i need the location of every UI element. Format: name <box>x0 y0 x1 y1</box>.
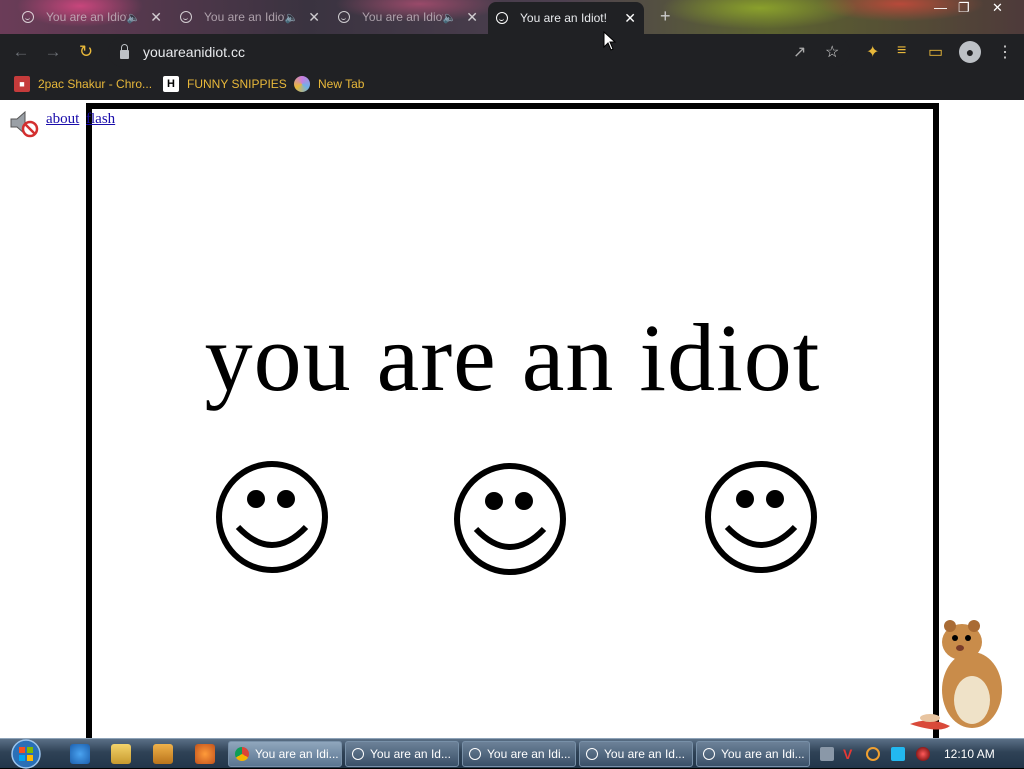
tab-title: You are an Idiot! <box>204 10 285 24</box>
taskbar-window-1[interactable]: You are an Idi... <box>228 741 342 767</box>
tab-title: You are an Idiot! <box>362 10 443 24</box>
bookmark-label: New Tab <box>318 77 365 91</box>
clock[interactable]: 12:10 AM <box>944 747 995 761</box>
menu-dots-icon[interactable]: ⋮ <box>997 42 1013 62</box>
bookmark-star-icon[interactable]: ☆ <box>825 42 839 62</box>
tab-3[interactable]: You are an Idiot! 🔈 ✕ <box>330 2 486 32</box>
smiley-favicon-icon <box>496 12 508 24</box>
reload-icon[interactable]: ↻ <box>76 42 96 62</box>
close-tab-icon[interactable]: ✕ <box>308 9 320 26</box>
smiley-face-icon <box>216 461 328 573</box>
smiley-face-icon <box>705 461 817 573</box>
smiley-favicon-icon <box>703 748 715 760</box>
web-page: about you are an idiot flash <box>0 100 1024 738</box>
globe-icon <box>294 76 310 92</box>
h-logo-icon: H <box>163 76 179 92</box>
new-tab-button[interactable]: + <box>660 6 671 27</box>
url-text[interactable]: youareanidiot.cc <box>143 44 245 60</box>
media-queue-icon[interactable]: ≡ <box>897 42 906 60</box>
chrome-icon <box>235 747 249 761</box>
start-orb-icon[interactable] <box>8 739 44 769</box>
speaker-icon[interactable]: 🔈 <box>285 11 299 24</box>
idiot-frame: you are an idiot <box>86 103 939 738</box>
close-tab-icon[interactable]: ✕ <box>150 9 162 26</box>
share-icon[interactable]: ↗ <box>793 42 806 62</box>
bookmark-label: 2pac Shakur - Chro... <box>38 77 153 91</box>
browser-toolbar: ← → ↻ youareanidiot.cc ↗ ☆ ✦ ≡ ▭ ● ⋮ <box>0 34 1024 70</box>
taskbar-window-5[interactable]: You are an Idi... <box>696 741 810 767</box>
smiley-favicon-icon <box>22 11 34 23</box>
tab-2[interactable]: You are an Idiot! 🔈 ✕ <box>172 2 328 32</box>
smiley-favicon-icon <box>352 748 364 760</box>
address-bar[interactable]: youareanidiot.cc <box>108 37 850 67</box>
bookmark-new-tab[interactable]: New Tab <box>294 76 364 92</box>
bookmark-funny-snippies[interactable]: H FUNNY SNIPPIES <box>163 76 287 92</box>
speaker-icon[interactable]: 🔈 <box>127 11 141 24</box>
headline: you are an idiot <box>204 304 821 411</box>
lock-icon[interactable] <box>120 43 129 59</box>
minimize-button[interactable]: — <box>934 0 947 15</box>
profile-avatar-icon[interactable]: ● <box>959 41 981 63</box>
file-explorer-icon[interactable] <box>111 744 131 764</box>
media-player-icon[interactable] <box>153 744 173 764</box>
taskbar-window-4[interactable]: You are an Id... <box>579 741 693 767</box>
smiley-face-icon <box>454 463 566 575</box>
smiley-favicon-icon <box>180 11 192 23</box>
tray-search-icon[interactable] <box>866 747 880 761</box>
smiley-favicon-icon <box>586 748 598 760</box>
paint-icon[interactable] <box>195 744 215 764</box>
tray-v-icon[interactable]: V <box>843 747 857 761</box>
smiley-favicon-icon <box>469 748 481 760</box>
mouse-cursor-icon <box>603 31 617 51</box>
tray-app-icon[interactable] <box>820 747 834 761</box>
tab-1[interactable]: You are an Idiot! 🔈 ✕ <box>14 2 170 32</box>
bookmark-image-icon: ■ <box>14 76 30 92</box>
forward-arrow-icon[interactable]: → <box>43 42 63 62</box>
bookmark-label: FUNNY SNIPPIES <box>187 77 287 91</box>
close-tab-icon[interactable]: ✕ <box>466 9 478 26</box>
taskbar-window-title: You are an Idi... <box>487 747 571 761</box>
internet-explorer-icon[interactable] <box>70 744 90 764</box>
bookmarks-bar: ■ 2pac Shakur - Chro... H FUNNY SNIPPIES… <box>0 70 1024 100</box>
close-window-button[interactable]: ✕ <box>992 0 1003 16</box>
tab-title: You are an Idiot! <box>520 11 607 25</box>
side-panel-icon[interactable]: ▭ <box>928 42 943 62</box>
extensions-puzzle-icon[interactable]: ✦ <box>866 42 879 62</box>
close-tab-icon[interactable]: ✕ <box>624 10 636 27</box>
about-link[interactable]: about <box>46 111 79 128</box>
flash-link[interactable]: flash <box>86 111 115 128</box>
taskbar-window-title: You are an Idi... <box>255 747 339 761</box>
bookmark-2pac[interactable]: ■ 2pac Shakur - Chro... <box>14 76 152 92</box>
tray-network-icon[interactable] <box>891 747 905 761</box>
hamster-mascot-icon[interactable] <box>900 612 1010 738</box>
windows-taskbar: You are an Idi... You are an Id... You a… <box>0 738 1024 769</box>
tab-4-active[interactable]: You are an Idiot! ✕ <box>488 2 644 34</box>
tray-volume-icon[interactable] <box>916 747 930 761</box>
sound-muted-icon[interactable] <box>8 108 40 138</box>
taskbar-window-title: You are an Idi... <box>721 747 805 761</box>
smiley-favicon-icon <box>338 11 350 23</box>
back-arrow-icon[interactable]: ← <box>11 42 31 62</box>
taskbar-window-3[interactable]: You are an Idi... <box>462 741 576 767</box>
taskbar-window-2[interactable]: You are an Id... <box>345 741 459 767</box>
speaker-icon[interactable]: 🔈 <box>443 11 457 24</box>
taskbar-window-title: You are an Id... <box>604 747 685 761</box>
tab-title: You are an Idiot! <box>46 10 127 24</box>
tab-strip: You are an Idiot! 🔈 ✕ You are an Idiot! … <box>0 0 1024 34</box>
taskbar-window-title: You are an Id... <box>370 747 451 761</box>
restore-button[interactable]: ❐ <box>958 0 970 16</box>
